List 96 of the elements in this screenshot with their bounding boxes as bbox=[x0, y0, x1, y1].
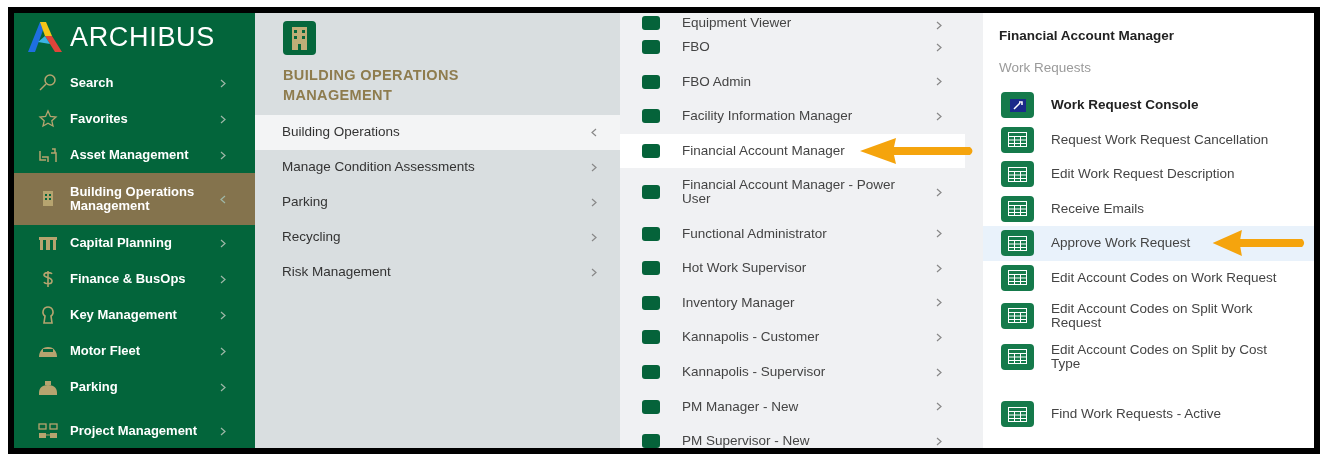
sidebar-item[interactable]: Finance & BusOps bbox=[14, 261, 255, 297]
table-icon bbox=[1001, 161, 1034, 188]
process-item[interactable]: Manage Condition Assessments bbox=[255, 150, 620, 185]
chevron-right-icon bbox=[220, 150, 226, 160]
task-item[interactable]: Approve Work Request bbox=[983, 226, 1314, 261]
table-icon bbox=[1001, 343, 1034, 370]
chevron-right-icon bbox=[220, 310, 226, 320]
sidebar-item[interactable]: Key Management bbox=[14, 297, 255, 333]
role-icon bbox=[642, 16, 660, 30]
panel-title: BUILDING OPERATIONS MANAGEMENT bbox=[283, 66, 460, 105]
role-icon bbox=[642, 399, 660, 414]
chevron-right-icon bbox=[936, 42, 942, 52]
task-item[interactable]: Request Work Request Cancellation bbox=[983, 122, 1314, 157]
chevron-right-icon bbox=[936, 298, 942, 308]
role-item[interactable]: FBO bbox=[620, 30, 983, 65]
wrench-icon bbox=[1001, 92, 1034, 119]
chevron-right-icon bbox=[936, 21, 942, 30]
task-item[interactable]: Receive Emails bbox=[983, 191, 1314, 226]
role-item[interactable]: Inventory Manager bbox=[620, 285, 983, 321]
task-item[interactable]: Edit Account Codes on Split Work Request bbox=[983, 295, 1314, 336]
task-item[interactable]: Edit Work Request Description bbox=[983, 157, 1314, 192]
chevron-right-icon bbox=[591, 198, 597, 207]
task-item[interactable]: Edit Account Codes on Work Request bbox=[983, 260, 1314, 295]
network-icon bbox=[38, 421, 58, 441]
process-item[interactable]: Building Operations bbox=[255, 115, 620, 150]
role-item[interactable]: Financial Account Manager - Power User bbox=[620, 168, 983, 217]
sidebar-item[interactable]: Motor Fleet bbox=[14, 333, 255, 369]
chevron-right-icon bbox=[591, 233, 597, 242]
search-icon bbox=[38, 73, 58, 93]
task-item[interactable]: Find Work Requests - Active bbox=[983, 397, 1314, 432]
role-icon bbox=[642, 434, 660, 448]
chevron-right-icon bbox=[936, 187, 942, 197]
chevron-right-icon bbox=[220, 274, 226, 284]
table-icon bbox=[1001, 401, 1034, 428]
table-icon bbox=[1001, 230, 1034, 257]
chevron-right-icon bbox=[936, 332, 942, 342]
sidebar-item[interactable]: Capital Planning bbox=[14, 225, 255, 261]
role-icon bbox=[642, 295, 660, 310]
sidebar-item[interactable]: Favorites bbox=[14, 101, 255, 137]
process-item[interactable]: Recycling bbox=[255, 220, 620, 255]
role-item[interactable]: Functional Administrator bbox=[620, 216, 983, 251]
process-item[interactable]: Risk Management bbox=[255, 255, 620, 290]
chevron-right-icon bbox=[936, 436, 942, 446]
task-item[interactable]: Edit Account Codes on Split by Cost Type bbox=[983, 336, 1314, 377]
role-item[interactable]: Hot Work Supervisor bbox=[620, 250, 983, 286]
role-icon bbox=[642, 185, 660, 200]
chevron-right-icon bbox=[220, 238, 226, 248]
role-item[interactable]: Facility Information Manager bbox=[620, 99, 983, 134]
table-icon bbox=[1001, 195, 1034, 222]
table-icon bbox=[1001, 264, 1034, 291]
chevron-right-icon bbox=[936, 229, 942, 239]
role-icon bbox=[642, 365, 660, 380]
panel-title: Financial Account Manager bbox=[999, 27, 1176, 45]
logo-icon bbox=[28, 22, 64, 52]
role-item[interactable]: PM Manager - New bbox=[620, 389, 983, 424]
chevron-right-icon bbox=[220, 114, 226, 124]
role-icon bbox=[642, 40, 660, 55]
role-item[interactable]: Financial Account Manager bbox=[620, 133, 965, 169]
chevron-left-icon bbox=[220, 194, 226, 204]
role-icon bbox=[642, 144, 660, 159]
role-item[interactable]: FBO Admin bbox=[620, 64, 983, 100]
role-icon bbox=[642, 74, 660, 89]
chevron-right-icon bbox=[220, 78, 226, 88]
chevron-right-icon bbox=[936, 367, 942, 377]
chevron-right-icon bbox=[220, 382, 226, 392]
sidebar-item[interactable]: Search bbox=[14, 65, 255, 101]
role-icon bbox=[642, 109, 660, 124]
table-icon bbox=[1001, 126, 1034, 153]
chevron-right-icon bbox=[936, 112, 942, 121]
process-item[interactable]: Parking bbox=[255, 185, 620, 220]
sidebar-item[interactable]: Parking bbox=[14, 369, 255, 405]
chevron-right-icon bbox=[591, 163, 597, 172]
sidebar-item[interactable]: Project Management bbox=[14, 405, 255, 448]
chevron-right-icon bbox=[936, 77, 942, 87]
task-item[interactable]: Work Request Console bbox=[983, 88, 1314, 123]
role-icon bbox=[642, 261, 660, 276]
star-icon bbox=[38, 109, 58, 129]
chevron-right-icon bbox=[220, 346, 226, 356]
role-icon bbox=[642, 330, 660, 345]
chevron-right-icon bbox=[936, 402, 942, 412]
chevron-left-icon bbox=[591, 128, 597, 137]
sidebar-item[interactable]: Asset Management bbox=[14, 137, 255, 173]
role-icon bbox=[642, 226, 660, 241]
furniture-icon bbox=[38, 145, 58, 165]
role-item[interactable]: Kannapolis - Customer bbox=[620, 320, 983, 355]
sidebar-item[interactable]: Building Operations Management bbox=[14, 173, 255, 225]
role-item[interactable]: PM Supervisor - New bbox=[620, 423, 983, 448]
role-item[interactable]: Equipment Viewer bbox=[620, 13, 983, 30]
chevron-right-icon bbox=[591, 268, 597, 277]
building-icon bbox=[283, 21, 316, 55]
section-heading: Work Requests bbox=[999, 59, 1093, 77]
chevron-right-icon bbox=[220, 426, 226, 436]
table-icon bbox=[1001, 302, 1034, 329]
chevron-right-icon bbox=[936, 263, 942, 273]
logo-text: ARCHIBUS bbox=[70, 23, 215, 51]
role-item[interactable]: Kannapolis - Supervisor bbox=[620, 354, 983, 390]
